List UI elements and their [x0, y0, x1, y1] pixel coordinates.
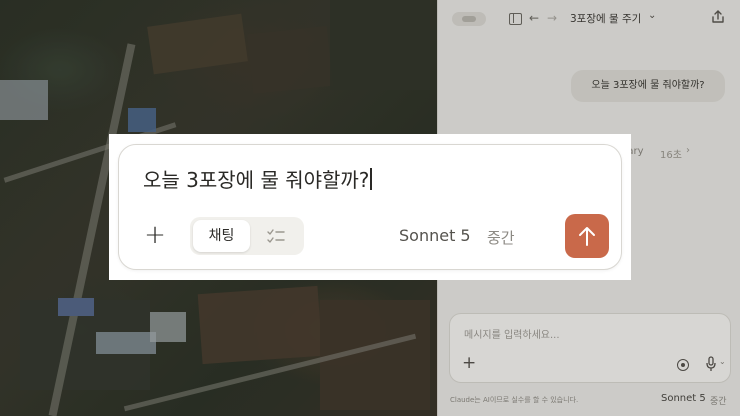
- mic-icon[interactable]: [706, 356, 716, 372]
- conversation-title[interactable]: 3포장에 물 주기: [570, 11, 641, 26]
- window-control-pill[interactable]: [452, 12, 486, 26]
- disclaimer-text: Claude는 AI이므로 실수를 할 수 있습니다.: [450, 396, 579, 404]
- send-button[interactable]: [565, 214, 609, 258]
- chevron-down-icon[interactable]: ⌄: [648, 10, 656, 21]
- chevron-right-icon[interactable]: ›: [686, 145, 690, 156]
- chevron-down-icon[interactable]: ⌄: [719, 357, 726, 366]
- field-patch: [147, 13, 248, 75]
- record-icon[interactable]: [677, 359, 689, 371]
- mode-toggle[interactable]: 채팅: [190, 217, 304, 255]
- share-icon[interactable]: [710, 9, 726, 25]
- model-selector[interactable]: Sonnet 5: [399, 226, 471, 245]
- forward-icon[interactable]: →: [545, 10, 559, 26]
- mode-chat-button[interactable]: 채팅: [193, 220, 250, 252]
- effort-label[interactable]: 중간: [710, 394, 727, 407]
- building-roof: [58, 298, 94, 316]
- field-patch: [330, 0, 430, 90]
- prompt-text: 오늘 3포장에 물 줘야할까?: [143, 168, 370, 192]
- building-roof: [128, 108, 156, 132]
- text-caret: [370, 168, 372, 190]
- prompt-input[interactable]: 오늘 3포장에 물 줘야할까?: [143, 165, 372, 195]
- effort-label[interactable]: 중간: [487, 227, 515, 248]
- field-patch: [197, 285, 323, 365]
- arrow-up-icon: [579, 227, 595, 246]
- composer-card[interactable]: 오늘 3포장에 물 줘야할까? + 채팅 Sonnet 5 중간: [118, 144, 622, 270]
- sidebar-icon[interactable]: [508, 10, 522, 26]
- building-roof: [150, 312, 186, 342]
- zoomed-composer-callout: 오늘 3포장에 물 줘야할까? + 채팅 Sonnet 5 중간: [109, 134, 631, 280]
- field-patch: [247, 25, 333, 95]
- back-icon[interactable]: ←: [527, 10, 541, 26]
- message-composer[interactable]: 메시지를 입력하세요... + ⌄: [449, 313, 731, 383]
- plus-icon[interactable]: +: [462, 354, 476, 372]
- building-roof: [0, 80, 48, 120]
- top-bar: ← → 3포장에 물 주기 ⌄: [438, 0, 740, 38]
- user-message-bubble: 오늘 3포장에 물 줘야할까?: [571, 70, 725, 102]
- plus-icon[interactable]: +: [142, 222, 168, 249]
- model-selector[interactable]: Sonnet 5: [661, 393, 706, 404]
- message-input-placeholder[interactable]: 메시지를 입력하세요...: [464, 326, 560, 341]
- thinking-duration: 16초: [660, 150, 682, 161]
- building-roof: [96, 332, 156, 354]
- tasks-icon[interactable]: [266, 227, 286, 245]
